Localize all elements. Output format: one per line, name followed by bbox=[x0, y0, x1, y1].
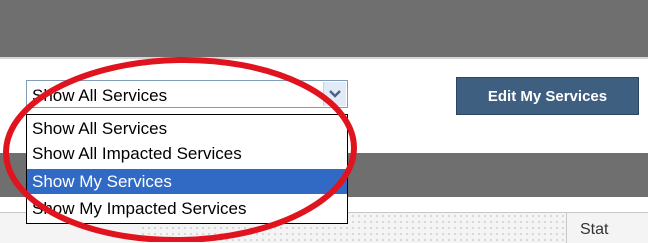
option-show-my-services[interactable]: Show My Services bbox=[27, 169, 347, 194]
status-column-header[interactable]: Stat bbox=[580, 221, 608, 239]
page-header-bar bbox=[0, 0, 648, 57]
option-show-my-impacted-services[interactable]: Show My Impacted Services bbox=[27, 196, 347, 221]
chevron-down-icon bbox=[329, 90, 341, 98]
service-filter-value: Show All Services bbox=[32, 86, 168, 105]
edit-my-services-button[interactable]: Edit My Services bbox=[456, 77, 639, 115]
option-show-all-impacted-services[interactable]: Show All Impacted Services bbox=[27, 141, 347, 166]
column-divider bbox=[566, 213, 567, 243]
header-divider bbox=[0, 57, 648, 59]
service-filter-options: Show All Services Show All Impacted Serv… bbox=[26, 114, 348, 224]
option-show-all-services[interactable]: Show All Services bbox=[27, 116, 347, 141]
service-filter-select[interactable]: Show All Services bbox=[26, 80, 348, 108]
select-dropdown-button[interactable] bbox=[323, 82, 346, 106]
